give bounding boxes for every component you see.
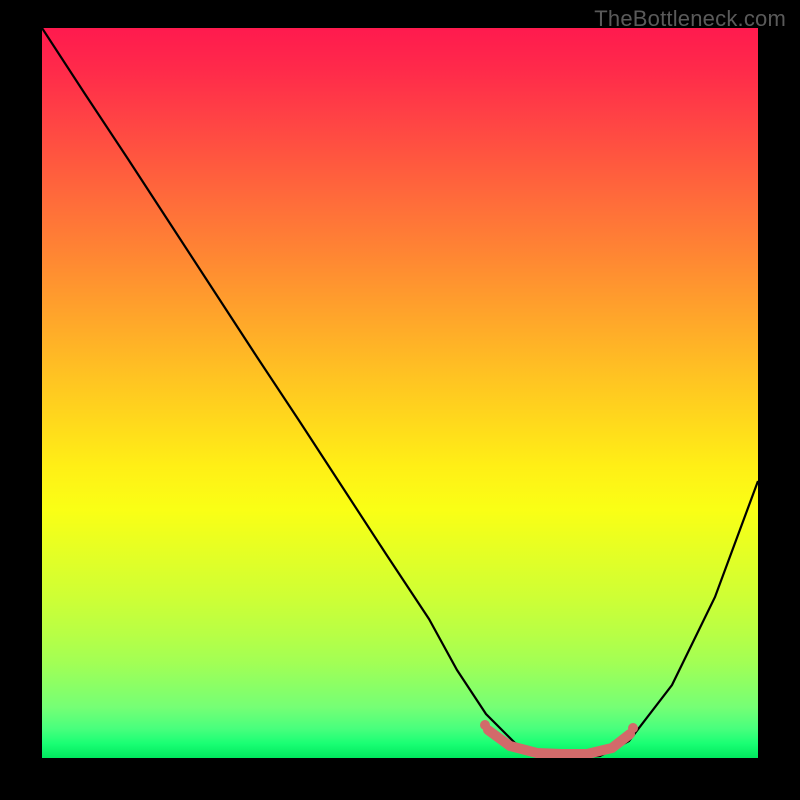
chart-curve-layer	[42, 28, 758, 758]
bottleneck-zone-overlay	[488, 730, 630, 754]
zone-dot	[628, 723, 638, 733]
watermark-label: TheBottleneck.com	[594, 6, 786, 32]
bottleneck-curve	[42, 28, 758, 757]
zone-dot	[480, 720, 490, 730]
chart-plot-area	[42, 28, 758, 758]
